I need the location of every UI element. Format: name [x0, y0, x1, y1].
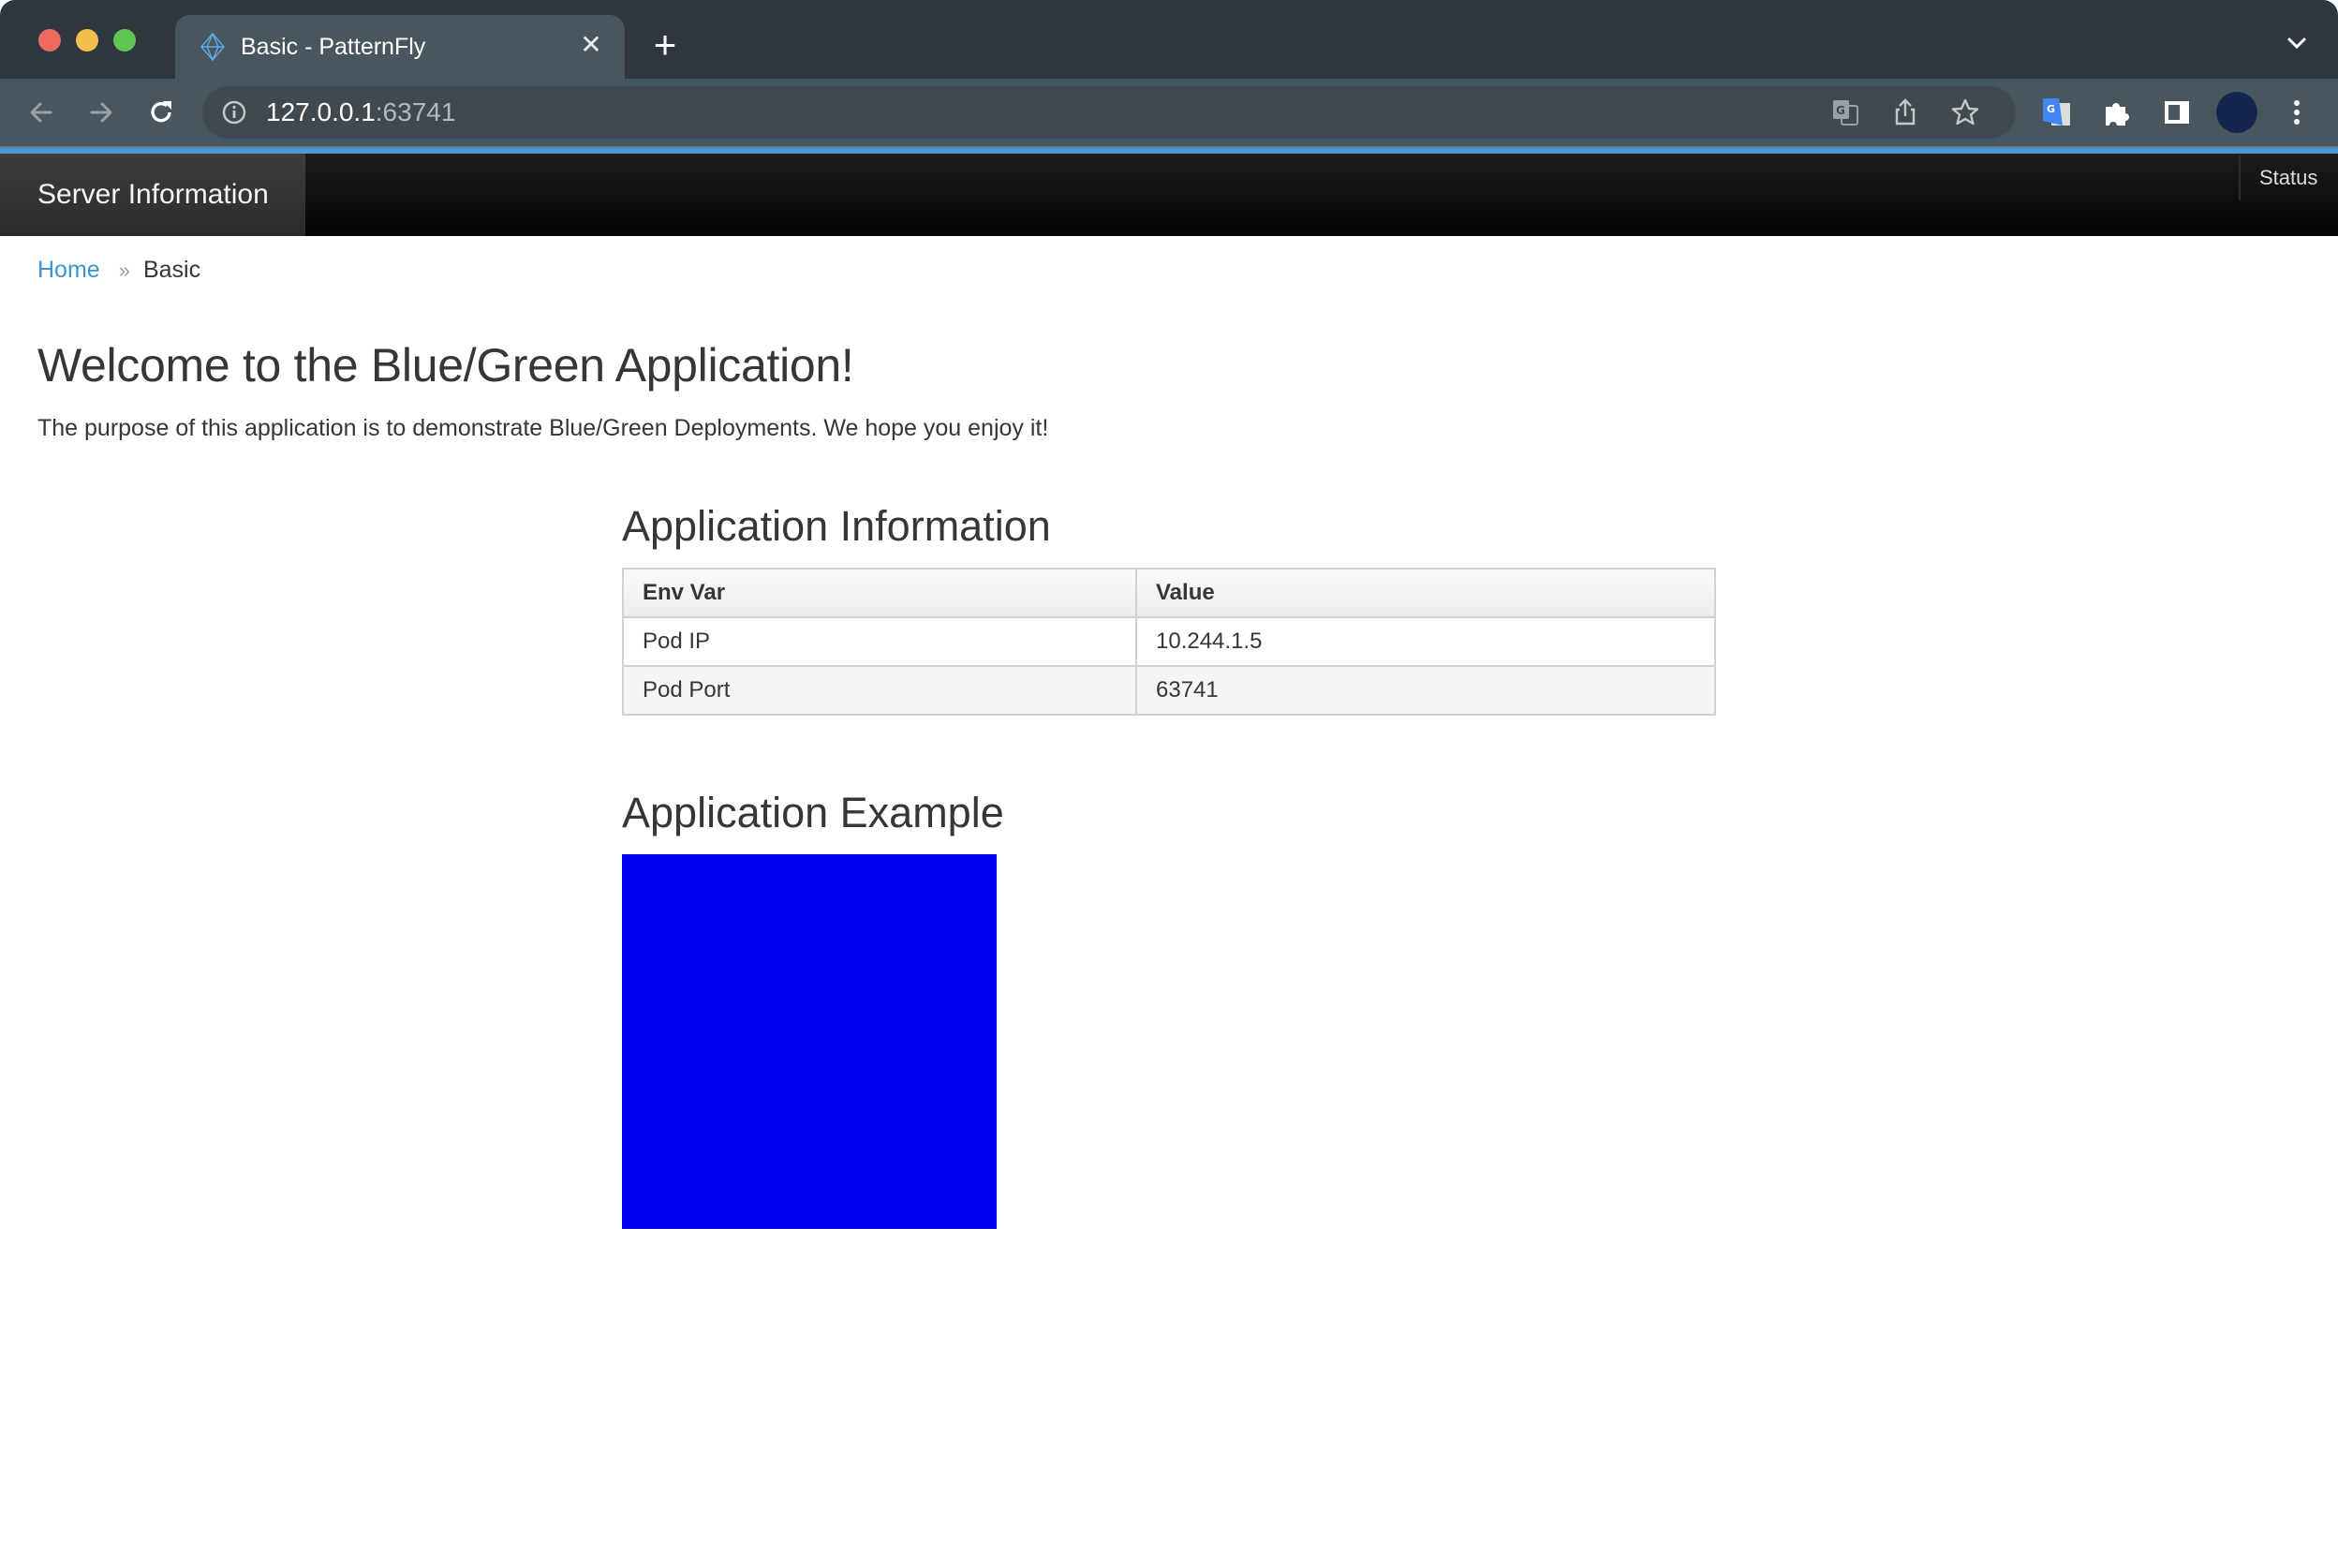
navbar-brand[interactable]: Server Information: [0, 154, 305, 236]
tab-title: Basic - PatternFly: [241, 34, 426, 60]
svg-text:G: G: [2047, 103, 2055, 115]
url-text[interactable]: 127.0.0.1:63741: [266, 96, 455, 129]
column-header-env-var: Env Var: [622, 568, 1137, 618]
reload-icon[interactable]: [144, 96, 178, 129]
breadcrumb-current: Basic: [142, 257, 201, 283]
kebab-menu-icon[interactable]: [2280, 96, 2314, 129]
browser-tab-bar: Basic - PatternFly ✕ +: [0, 0, 2338, 79]
window-minimize-button[interactable]: [76, 29, 98, 52]
table-header-row: Env Var Value: [622, 568, 1716, 618]
window-close-button[interactable]: [38, 29, 61, 52]
info-icon[interactable]: [221, 99, 247, 126]
column-header-value: Value: [1135, 568, 1716, 618]
application-information-heading: Application Information: [622, 502, 1051, 550]
patternfly-logo-icon: [200, 32, 225, 62]
profile-avatar[interactable]: [2216, 92, 2257, 133]
side-panel-icon[interactable]: [2160, 96, 2194, 129]
share-icon[interactable]: [1890, 97, 1920, 127]
application-example-heading: Application Example: [622, 789, 1004, 836]
url-host: 127.0.0.1: [266, 97, 376, 126]
table-row: Pod IP 10.244.1.5: [622, 616, 1716, 667]
value-cell: 10.244.1.5: [1135, 616, 1716, 667]
back-arrow-icon[interactable]: [24, 96, 58, 129]
bookmark-star-icon[interactable]: [1950, 97, 1980, 127]
svg-text:G: G: [1836, 104, 1845, 117]
extensions-puzzle-icon[interactable]: [2100, 96, 2134, 129]
table-row: Pod Port 63741: [622, 665, 1716, 716]
navbar-status-link[interactable]: Status: [2259, 165, 2317, 191]
tab-search-chevron-icon[interactable]: [2284, 30, 2310, 56]
env-var-cell: Pod Port: [622, 665, 1137, 716]
translate-icon[interactable]: G: [1830, 97, 1860, 127]
page-description: The purpose of this application is to de…: [37, 415, 1049, 441]
application-information-table: Env Var Value Pod IP 10.244.1.5 Pod Port…: [622, 568, 1716, 716]
google-translate-extension-icon[interactable]: G: [2040, 96, 2074, 129]
breadcrumb-separator-icon: »: [118, 259, 130, 282]
navbar-divider: [2239, 155, 2241, 200]
value-cell: 63741: [1135, 665, 1716, 716]
env-var-cell: Pod IP: [622, 616, 1137, 667]
page-title: Welcome to the Blue/Green Application!: [37, 339, 854, 392]
deployment-color-square: [622, 854, 997, 1229]
breadcrumb: Home » Basic: [37, 255, 200, 286]
address-bar[interactable]: 127.0.0.1:63741 G: [202, 86, 2016, 139]
tab-close-icon[interactable]: ✕: [576, 30, 606, 60]
forward-arrow-icon[interactable]: [84, 96, 118, 129]
breadcrumb-home-link[interactable]: Home: [37, 257, 100, 283]
url-port: :63741: [375, 97, 456, 126]
browser-toolbar: 127.0.0.1:63741 G G: [0, 79, 2338, 146]
window-zoom-button[interactable]: [113, 29, 136, 52]
navbar-brand-label: Server Information: [37, 179, 269, 210]
top-navbar: Server Information Status: [0, 154, 2338, 236]
browser-tab-active[interactable]: Basic - PatternFly ✕: [175, 15, 625, 79]
new-tab-button[interactable]: +: [648, 25, 682, 65]
